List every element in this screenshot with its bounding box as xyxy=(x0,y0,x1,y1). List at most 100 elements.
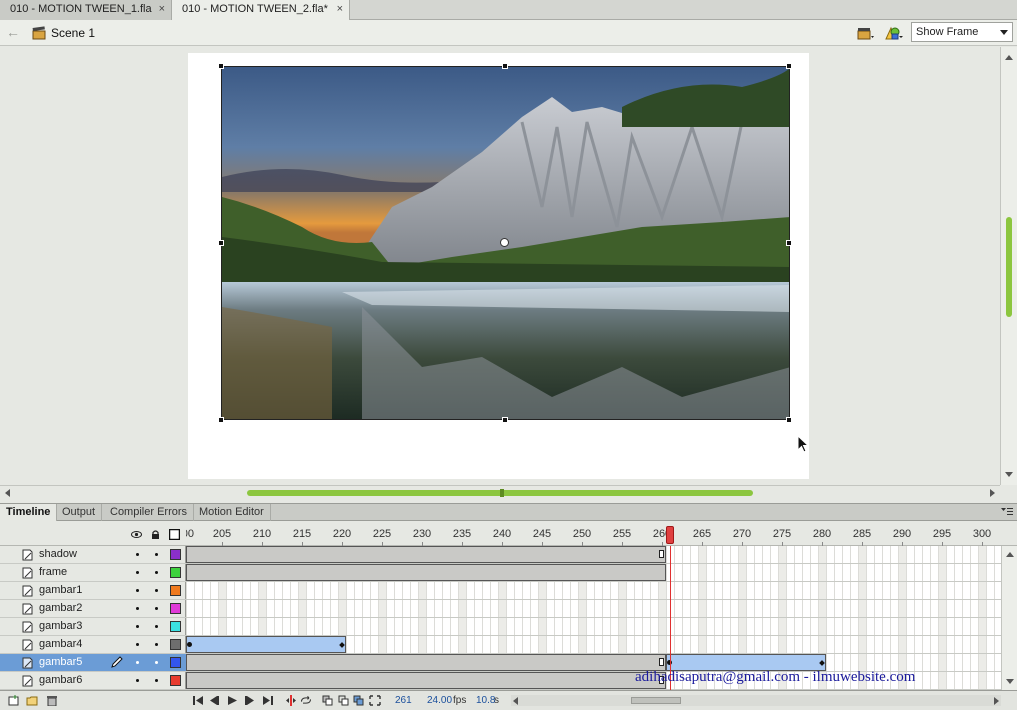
lock-icon[interactable] xyxy=(150,529,161,540)
layer-row-gambar6[interactable]: gambar6 xyxy=(0,672,186,690)
static-frames-span[interactable] xyxy=(186,546,666,563)
scroll-thumb[interactable] xyxy=(631,697,681,704)
static-frames-span[interactable] xyxy=(186,654,666,671)
resize-handle-right[interactable] xyxy=(786,240,792,246)
edit-multiple-frames-icon[interactable] xyxy=(353,695,365,706)
outline-color-swatch[interactable] xyxy=(170,639,181,650)
resize-handle-left[interactable] xyxy=(218,240,224,246)
scroll-up-icon[interactable] xyxy=(1005,55,1013,60)
lock-toggle[interactable] xyxy=(155,679,158,682)
layer-row-gambar1[interactable]: gambar1 xyxy=(0,582,186,600)
scroll-thumb[interactable] xyxy=(1006,217,1012,317)
tab-compiler-errors[interactable]: Compiler Errors xyxy=(104,504,195,521)
visibility-toggle[interactable] xyxy=(136,679,139,682)
scroll-left-icon[interactable] xyxy=(5,489,10,497)
outline-icon[interactable] xyxy=(169,529,180,540)
stage-vertical-scrollbar[interactable] xyxy=(1000,47,1017,485)
new-layer-icon[interactable] xyxy=(8,695,20,706)
end-frame-marker[interactable] xyxy=(659,550,664,558)
fps-value[interactable]: 24.00 xyxy=(427,695,452,706)
modify-markers-icon[interactable] xyxy=(369,695,381,706)
static-frames-span[interactable] xyxy=(186,564,666,581)
end-frame-marker[interactable] xyxy=(659,658,664,666)
tab-motion-editor[interactable]: Motion Editor xyxy=(193,504,271,521)
scroll-right-icon[interactable] xyxy=(994,697,999,705)
edit-symbol-icon[interactable] xyxy=(884,25,904,41)
outline-color-swatch[interactable] xyxy=(170,675,181,686)
loop-icon[interactable] xyxy=(300,695,312,706)
eye-icon[interactable] xyxy=(131,529,142,540)
resize-handle-top-left[interactable] xyxy=(218,63,224,69)
static-frames-span[interactable] xyxy=(186,672,666,689)
lock-toggle[interactable] xyxy=(155,589,158,592)
visibility-toggle[interactable] xyxy=(136,553,139,556)
resize-handle-bottom-right[interactable] xyxy=(786,417,792,423)
lock-toggle[interactable] xyxy=(155,571,158,574)
resize-handle-top-right[interactable] xyxy=(786,63,792,69)
visibility-toggle[interactable] xyxy=(136,661,139,664)
visibility-toggle[interactable] xyxy=(136,571,139,574)
visibility-toggle[interactable] xyxy=(136,589,139,592)
onion-outline-icon[interactable] xyxy=(338,695,350,706)
motion-tween-span[interactable] xyxy=(186,636,346,653)
tab-output[interactable]: Output xyxy=(56,504,103,521)
lock-toggle[interactable] xyxy=(155,661,158,664)
trash-icon[interactable] xyxy=(46,695,58,706)
layer-row-gambar4[interactable]: gambar4 xyxy=(0,636,186,654)
resize-handle-bottom[interactable] xyxy=(502,417,508,423)
layer-row-gambar3[interactable]: gambar3 xyxy=(0,618,186,636)
lock-toggle[interactable] xyxy=(155,553,158,556)
zoom-select[interactable]: Show Frame xyxy=(911,22,1013,42)
timeline-vertical-scrollbar[interactable] xyxy=(1001,546,1017,690)
close-icon[interactable]: × xyxy=(159,0,165,19)
scroll-down-icon[interactable] xyxy=(1005,472,1013,477)
edit-scene-icon[interactable] xyxy=(857,25,875,41)
step-back-icon[interactable] xyxy=(208,695,220,706)
lock-toggle[interactable] xyxy=(155,643,158,646)
registration-point[interactable] xyxy=(500,238,509,247)
elapsed-time-value[interactable]: 10.8 xyxy=(476,695,495,706)
outline-color-swatch[interactable] xyxy=(170,549,181,560)
play-icon[interactable] xyxy=(226,695,238,706)
outline-color-swatch[interactable] xyxy=(170,585,181,596)
panel-menu-icon[interactable] xyxy=(1001,507,1013,517)
outline-color-swatch[interactable] xyxy=(170,657,181,668)
doc-tab-motion-tween-2[interactable]: 010 - MOTION TWEEN_2.fla* × xyxy=(172,0,350,20)
scroll-down-icon[interactable] xyxy=(1006,679,1014,684)
new-folder-icon[interactable] xyxy=(26,695,38,706)
frame-row-gambar1[interactable] xyxy=(186,582,1001,600)
outline-color-swatch[interactable] xyxy=(170,567,181,578)
playhead-handle[interactable] xyxy=(666,526,674,544)
onion-skin-icon[interactable] xyxy=(322,695,334,706)
doc-tab-motion-tween-1[interactable]: 010 - MOTION TWEEN_1.fla × xyxy=(0,0,172,20)
frame-ruler[interactable]: 00 2052102152202252302352402452502552602… xyxy=(186,522,1001,546)
frame-row-gambar3[interactable] xyxy=(186,618,1001,636)
scroll-up-icon[interactable] xyxy=(1006,552,1014,557)
stage-horizontal-scrollbar[interactable] xyxy=(0,485,1000,500)
keyframe-dot[interactable] xyxy=(187,642,192,647)
layer-row-frame[interactable]: frame xyxy=(0,564,186,582)
outline-color-swatch[interactable] xyxy=(170,603,181,614)
close-icon[interactable]: × xyxy=(337,0,343,19)
first-frame-icon[interactable] xyxy=(192,695,204,706)
lock-toggle[interactable] xyxy=(155,625,158,628)
scroll-right-icon[interactable] xyxy=(990,489,995,497)
layer-row-gambar5[interactable]: gambar5 xyxy=(0,654,186,672)
outline-color-swatch[interactable] xyxy=(170,621,181,632)
resize-handle-top[interactable] xyxy=(502,63,508,69)
center-frame-icon[interactable] xyxy=(285,695,297,706)
resize-handle-bottom-left[interactable] xyxy=(218,417,224,423)
timeline-horizontal-scrollbar[interactable] xyxy=(511,695,1001,706)
last-frame-icon[interactable] xyxy=(262,695,274,706)
visibility-toggle[interactable] xyxy=(136,625,139,628)
tab-timeline[interactable]: Timeline xyxy=(0,504,58,521)
frame-row-gambar2[interactable] xyxy=(186,600,1001,618)
layer-row-shadow[interactable]: shadow xyxy=(0,546,186,564)
step-forward-icon[interactable] xyxy=(244,695,256,706)
scroll-left-icon[interactable] xyxy=(513,697,518,705)
layer-row-gambar2[interactable]: gambar2 xyxy=(0,600,186,618)
current-frame-value[interactable]: 261 xyxy=(395,695,412,706)
visibility-toggle[interactable] xyxy=(136,643,139,646)
lock-toggle[interactable] xyxy=(155,607,158,610)
visibility-toggle[interactable] xyxy=(136,607,139,610)
